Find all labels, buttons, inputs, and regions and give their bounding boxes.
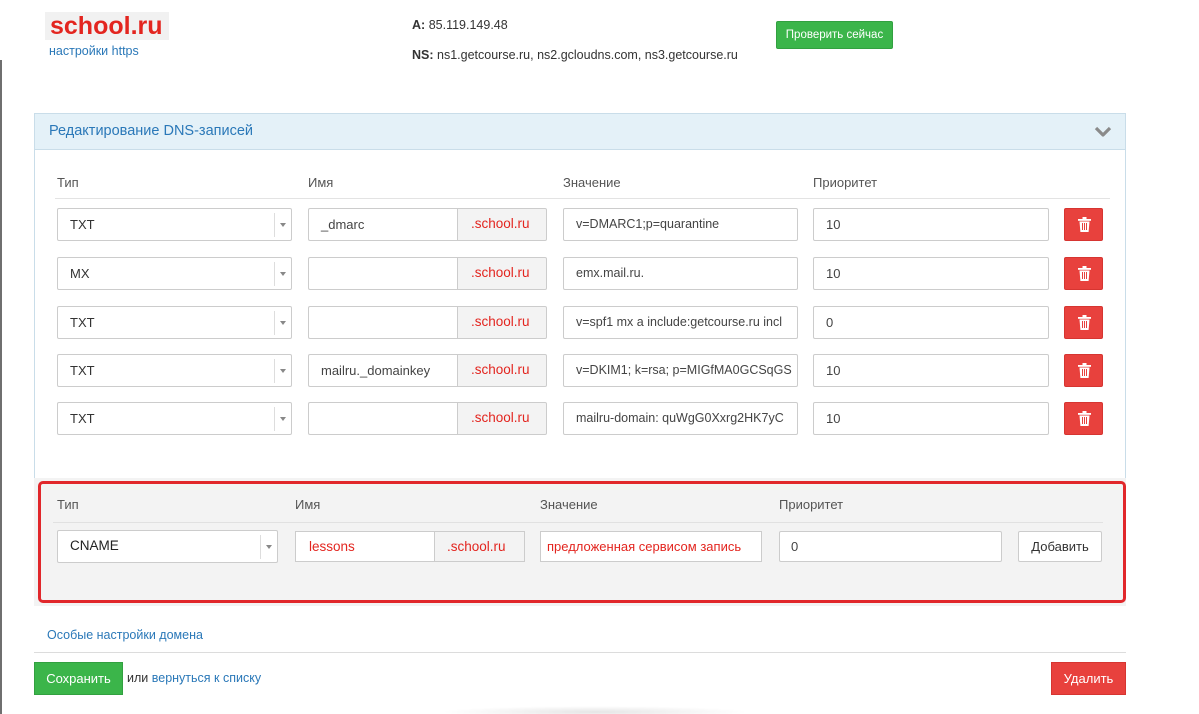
record-priority-input[interactable]: 0 <box>813 306 1049 339</box>
new-record-domain-suffix: .school.ru <box>434 531 525 562</box>
dropdown-arrow-icon <box>274 262 291 286</box>
footer-or-text: или вернуться к списку <box>127 671 261 685</box>
column-header-priority: Приоритет <box>813 175 878 190</box>
ns-record-label: NS: <box>412 48 434 62</box>
record-name-input[interactable] <box>308 257 458 290</box>
https-settings-link[interactable]: настройки https <box>49 44 139 58</box>
record-name-input[interactable] <box>308 306 458 339</box>
delete-record-button[interactable] <box>1064 402 1103 435</box>
record-value-input[interactable]: mailru-domain: quWgG0Xxrg2HK7yC <box>563 402 798 435</box>
dropdown-arrow-icon <box>274 311 291 335</box>
delete-domain-button[interactable]: Удалить <box>1051 662 1126 695</box>
new-record-type-value: CNAME <box>70 538 119 553</box>
domain-suffix: .school.ru <box>457 306 547 339</box>
trash-icon <box>1078 411 1091 426</box>
table-row: TXT _dmarc .school.ru v=DMARC1;p=quarant… <box>35 208 1125 241</box>
add-column-header-priority: Приоритет <box>779 497 844 512</box>
ns-record-value: ns1.getcourse.ru, ns2.gcloudns.com, ns3.… <box>437 48 738 62</box>
record-type-value: TXT <box>70 217 95 232</box>
a-record-value: 85.119.149.48 <box>428 18 508 32</box>
table-row: TXT mailru._domainkey .school.ru v=DKIM1… <box>35 354 1125 387</box>
add-record-button[interactable]: Добавить <box>1018 531 1102 562</box>
delete-record-button[interactable] <box>1064 354 1103 387</box>
dropdown-arrow-icon <box>274 213 291 237</box>
record-type-value: MX <box>70 266 90 281</box>
record-type-select[interactable]: MX <box>57 257 292 290</box>
special-domain-settings-link[interactable]: Особые настройки домена <box>47 628 203 642</box>
record-name-input[interactable]: _dmarc <box>308 208 458 241</box>
a-record-label: A: <box>412 18 426 32</box>
column-header-name: Имя <box>308 175 334 190</box>
add-column-header-type: Тип <box>57 497 79 512</box>
bottom-shadow <box>440 706 750 714</box>
column-header-value: Значение <box>563 175 621 190</box>
record-type-value: TXT <box>70 363 95 378</box>
check-now-button[interactable]: Проверить сейчас <box>776 21 893 49</box>
trash-icon <box>1078 315 1091 330</box>
delete-record-button[interactable] <box>1064 208 1103 241</box>
trash-icon <box>1078 266 1091 281</box>
new-record-value-input[interactable]: предложенная сервисом запись <box>540 531 762 562</box>
add-column-header-value: Значение <box>540 497 598 512</box>
window-edge <box>0 60 2 714</box>
add-column-header-name: Имя <box>295 497 321 512</box>
trash-icon <box>1078 217 1091 232</box>
a-record-info: A: 85.119.149.48 <box>412 18 508 32</box>
chevron-down-icon[interactable] <box>1093 122 1113 142</box>
delete-record-button[interactable] <box>1064 257 1103 290</box>
ns-record-info: NS: ns1.getcourse.ru, ns2.gcloudns.com, … <box>412 48 738 62</box>
dropdown-arrow-icon <box>274 359 291 383</box>
dropdown-arrow-icon <box>274 407 291 431</box>
back-to-list-link[interactable]: вернуться к списку <box>152 671 261 685</box>
record-priority-input[interactable]: 10 <box>813 257 1049 290</box>
dropdown-arrow-icon <box>260 535 277 559</box>
record-value-input[interactable]: emx.mail.ru. <box>563 257 798 290</box>
trash-icon <box>1078 363 1091 378</box>
or-label: или <box>127 671 149 685</box>
footer-divider <box>34 652 1126 653</box>
table-row: MX .school.ru emx.mail.ru. 10 <box>35 257 1125 290</box>
record-type-select[interactable]: TXT <box>57 306 292 339</box>
panel-title: Редактирование DNS-записей <box>49 123 254 139</box>
table-row: TXT .school.ru v=spf1 mx a include:getco… <box>35 306 1125 339</box>
new-record-priority-input[interactable]: 0 <box>779 531 1002 562</box>
domain-suffix: .school.ru <box>457 354 547 387</box>
record-type-select[interactable]: TXT <box>57 402 292 435</box>
record-type-value: TXT <box>70 411 95 426</box>
add-header-divider <box>53 522 1103 523</box>
domain-suffix: .school.ru <box>457 208 547 241</box>
record-type-select[interactable]: TXT <box>57 208 292 241</box>
domain-suffix: .school.ru <box>457 402 547 435</box>
record-priority-input[interactable]: 10 <box>813 208 1049 241</box>
record-value-input[interactable]: v=DMARC1;p=quarantine <box>563 208 798 241</box>
domain-title: school.ru <box>45 12 169 40</box>
record-name-input[interactable]: mailru._domainkey <box>308 354 458 387</box>
column-header-type: Тип <box>57 175 79 190</box>
new-record-type-select[interactable]: CNAME <box>57 530 278 563</box>
table-row: TXT .school.ru mailru-domain: quWgG0Xxrg… <box>35 402 1125 435</box>
record-priority-input[interactable]: 10 <box>813 402 1049 435</box>
save-button[interactable]: Сохранить <box>34 662 123 695</box>
record-type-select[interactable]: TXT <box>57 354 292 387</box>
delete-record-button[interactable] <box>1064 306 1103 339</box>
dns-records-panel: Редактирование DNS-записей Тип Имя Значе… <box>34 113 1126 479</box>
record-priority-input[interactable]: 10 <box>813 354 1049 387</box>
record-type-value: TXT <box>70 315 95 330</box>
header-divider <box>55 198 1110 199</box>
new-record-name-input[interactable]: lessons <box>295 531 435 562</box>
panel-header[interactable]: Редактирование DNS-записей <box>35 114 1125 150</box>
record-value-input[interactable]: v=DKIM1; k=rsa; p=MIGfMA0GCSqGS <box>563 354 798 387</box>
record-value-input[interactable]: v=spf1 mx a include:getcourse.ru incl <box>563 306 798 339</box>
domain-suffix: .school.ru <box>457 257 547 290</box>
record-name-input[interactable] <box>308 402 458 435</box>
